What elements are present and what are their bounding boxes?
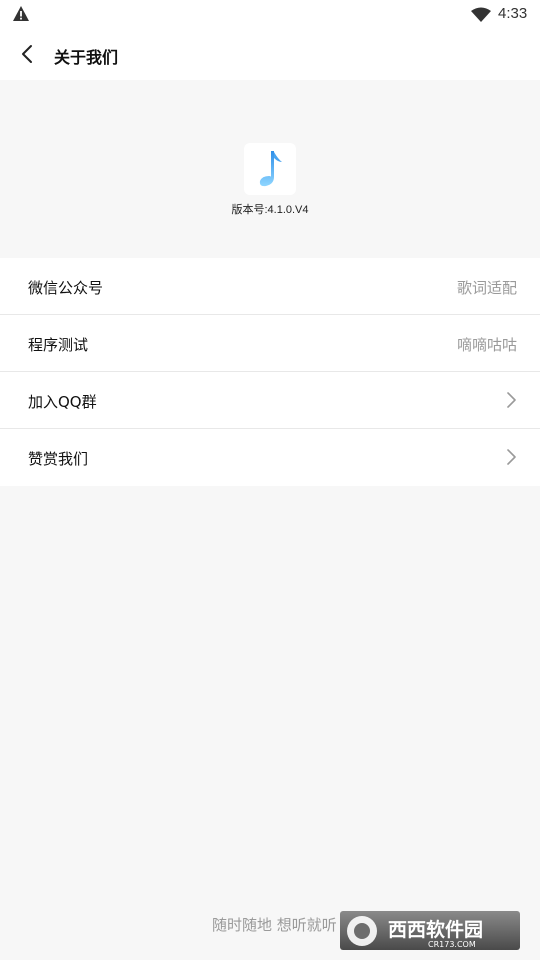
app-icon xyxy=(244,143,296,195)
slogan-text: 随时随地 想听就听 xyxy=(212,916,337,934)
list-item-donate[interactable]: 赞赏我们 xyxy=(0,429,540,486)
status-bar: 4:33 xyxy=(0,0,540,28)
list-item-label: 程序测试 xyxy=(28,336,89,354)
warning-icon xyxy=(13,6,29,21)
watermark-subtitle: CR173.COM xyxy=(428,940,476,949)
list-item-join-qq-group[interactable]: 加入QQ群 xyxy=(0,372,540,429)
about-header: 版本号:4.1.0.V4 xyxy=(0,80,540,258)
app-bar: 关于我们 xyxy=(0,28,540,80)
list-item-label: 微信公众号 xyxy=(28,279,104,297)
list-item-program-test[interactable]: 程序测试 嘀嘀咕咕 xyxy=(0,315,540,372)
settings-list: 微信公众号 歌词适配 程序测试 嘀嘀咕咕 加入QQ群 赞赏我们 xyxy=(0,258,540,486)
version-text: 版本号:4.1.0.V4 xyxy=(231,204,309,216)
back-button[interactable] xyxy=(12,38,44,70)
chevron-right-icon xyxy=(507,392,516,408)
list-item-value: 嘀嘀咕咕 xyxy=(456,336,517,354)
chevron-right-icon xyxy=(507,449,516,465)
list-item-label: 赞赏我们 xyxy=(28,450,89,468)
page-title: 关于我们 xyxy=(54,48,119,67)
status-time: 4:33 xyxy=(498,5,528,22)
wifi-icon xyxy=(471,7,491,22)
back-arrow-icon xyxy=(22,45,32,63)
music-note-icon xyxy=(259,151,282,187)
watermark-logo: 西西软件园 CR173.COM xyxy=(340,911,520,950)
list-item-value: 歌词适配 xyxy=(456,279,517,297)
list-item-wechat[interactable]: 微信公众号 歌词适配 xyxy=(0,258,540,315)
list-item-label: 加入QQ群 xyxy=(28,393,97,411)
watermark-title: 西西软件园 xyxy=(388,918,483,941)
